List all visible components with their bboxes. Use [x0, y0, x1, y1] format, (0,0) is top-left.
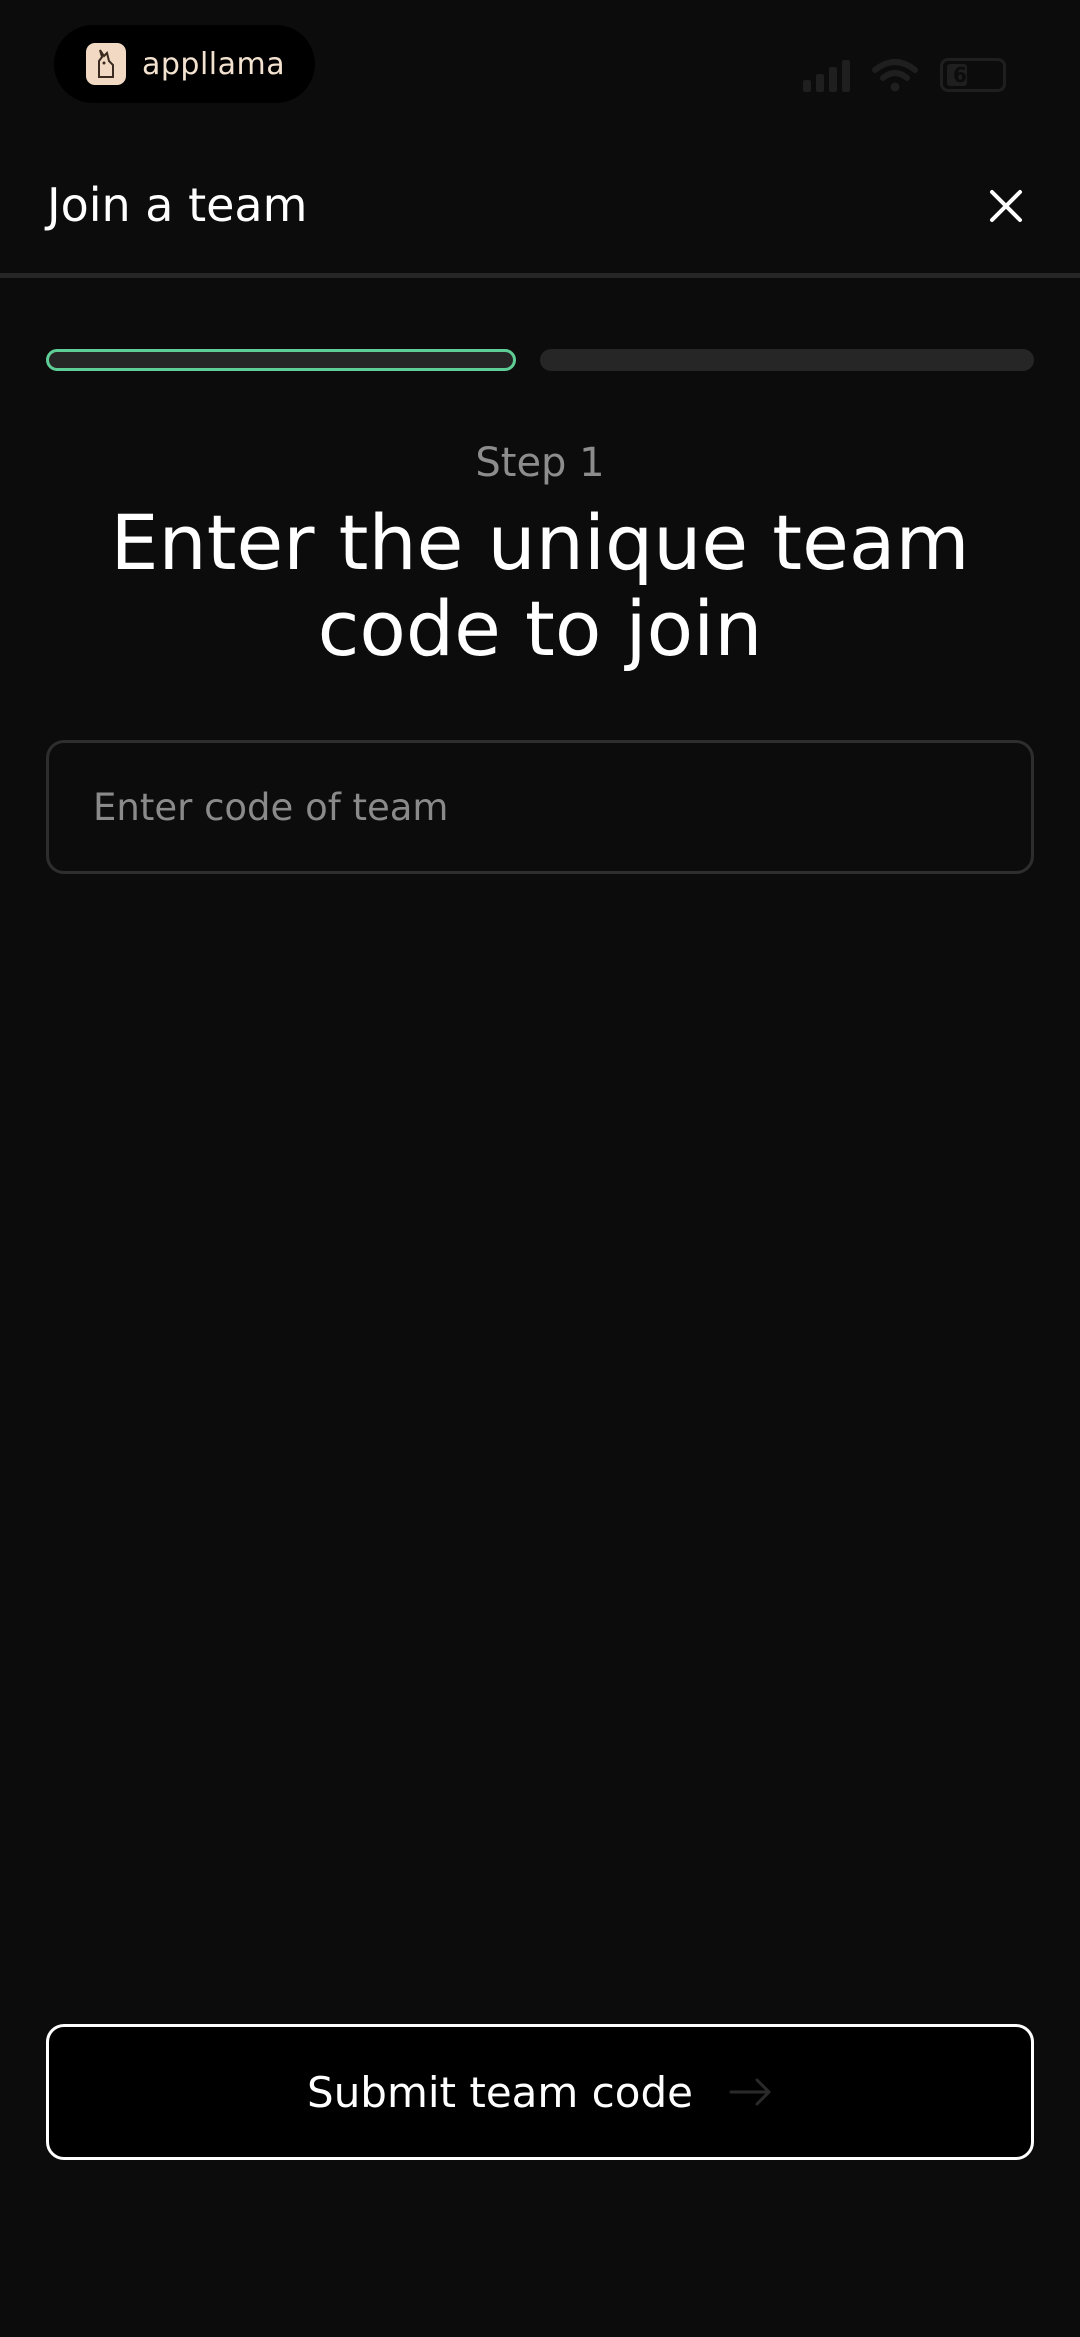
page-title: Join a team [47, 178, 308, 232]
submit-button-label: Submit team code [307, 2067, 693, 2117]
cellular-signal-icon [803, 58, 850, 92]
header: Join a team [0, 140, 1080, 278]
progress-segment-step-2 [540, 349, 1034, 371]
progress-segment-step-1 [46, 349, 516, 371]
step-progress [46, 349, 1034, 373]
brand-pill: appllama [54, 25, 315, 103]
close-icon [990, 190, 1022, 222]
team-code-input[interactable] [46, 740, 1034, 874]
step-label: Step 1 [475, 440, 605, 486]
status-bar: appllama 6 [0, 0, 1080, 130]
step-title: Enter the unique team code to join [110, 498, 970, 673]
arrow-right-icon [729, 2077, 773, 2107]
llama-logo-icon [86, 43, 126, 85]
close-button[interactable] [980, 180, 1032, 232]
system-icons: 6 [803, 52, 1006, 92]
battery-level: 6 [953, 63, 967, 87]
brand-name: appllama [142, 46, 286, 82]
wifi-icon [872, 59, 918, 92]
battery-icon: 6 [940, 58, 1006, 92]
submit-team-code-button[interactable]: Submit team code [46, 2024, 1034, 2160]
